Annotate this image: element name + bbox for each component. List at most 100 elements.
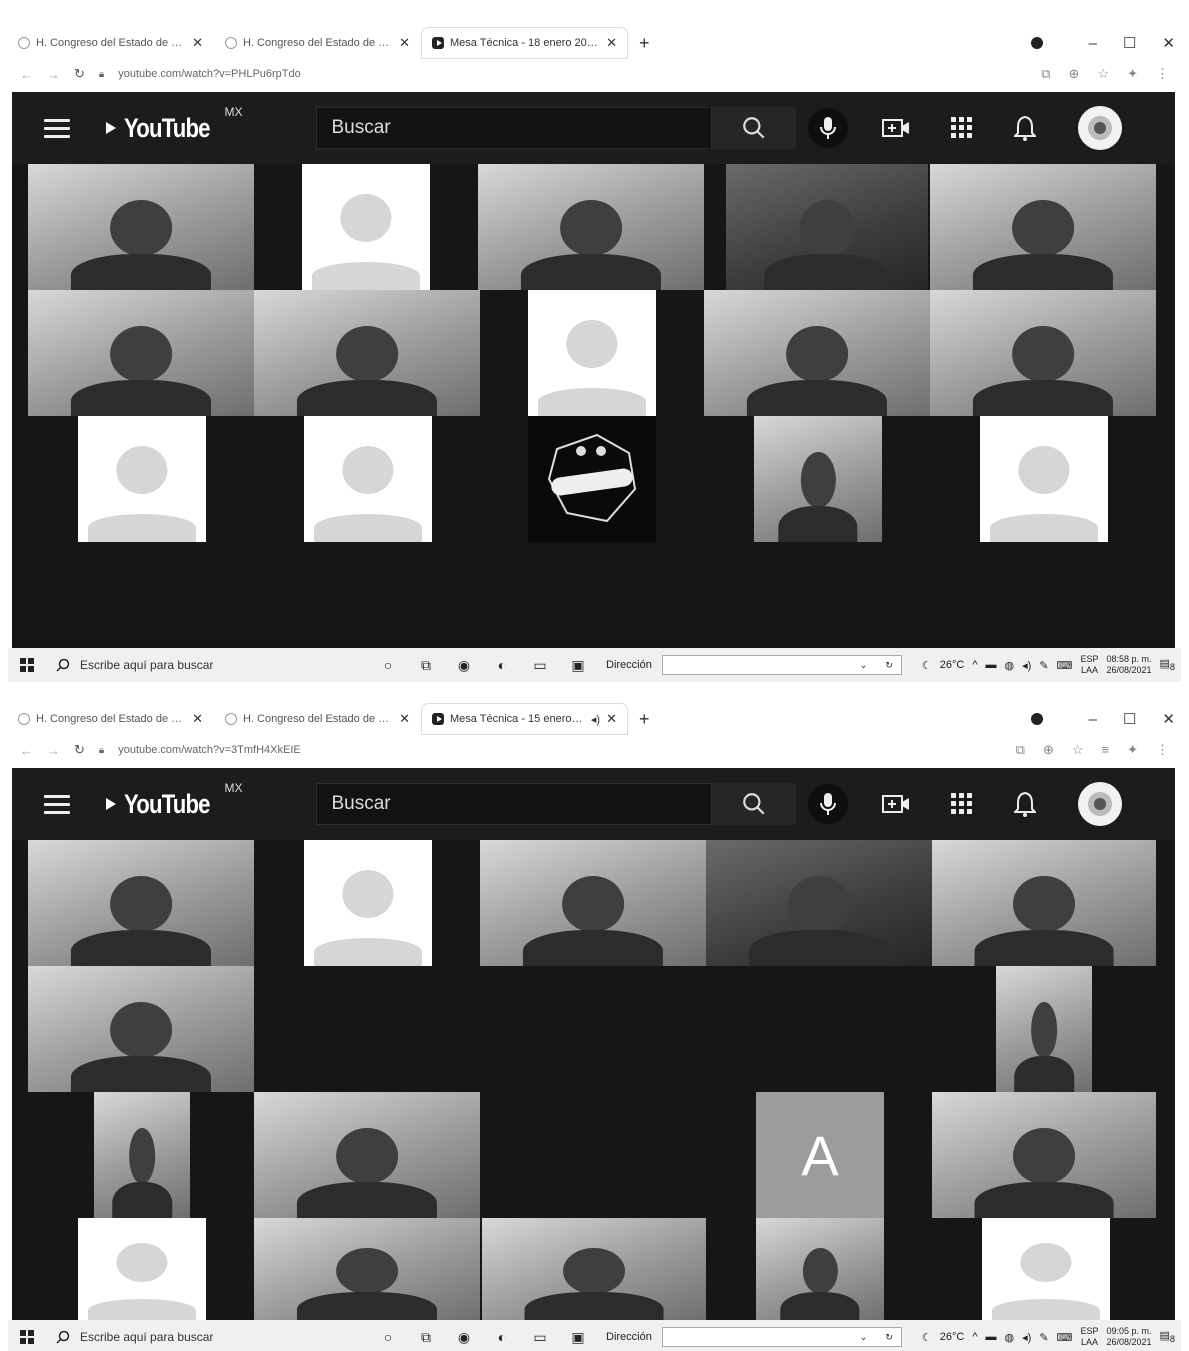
close-window-button[interactable]: ✕	[1162, 34, 1175, 52]
cortana-icon[interactable]: ○	[378, 657, 398, 673]
install-icon[interactable]: ⧉	[1016, 742, 1025, 758]
notification-icon[interactable]: ▤8	[1160, 657, 1176, 672]
chevron-up-icon[interactable]: ^	[972, 1331, 977, 1343]
language-indicator[interactable]: ESP LAA	[1080, 654, 1098, 676]
profile-icon[interactable]	[1030, 713, 1043, 725]
bell-icon[interactable]	[1014, 791, 1037, 817]
clock[interactable]: 09:05 p. m. 26/08/2021	[1106, 1326, 1151, 1348]
file-explorer-icon[interactable]: ▭	[530, 1329, 550, 1345]
browser-tab[interactable]: H. Congreso del Estado de Chih. ✕	[8, 704, 213, 734]
tab-close-icon[interactable]: ✕	[399, 711, 410, 727]
edge-icon[interactable]: ◐	[492, 657, 512, 673]
address-toolbar-input[interactable]: ⌄ ↻	[661, 1327, 902, 1347]
back-icon[interactable]: ←	[20, 67, 33, 82]
zoom-icon[interactable]: ⊕	[1069, 66, 1080, 82]
profile-icon[interactable]	[1030, 37, 1043, 49]
refresh-icon[interactable]: ↻	[885, 660, 893, 671]
voice-search-button[interactable]	[808, 784, 849, 824]
tab-close-icon[interactable]: ✕	[606, 711, 617, 727]
keyboard-icon[interactable]: ⌨	[1057, 1331, 1073, 1344]
temperature[interactable]: 26°C	[940, 1331, 965, 1343]
windows-start-icon[interactable]	[20, 1330, 34, 1344]
address-toolbar-input[interactable]: ⌄ ↻	[661, 655, 902, 675]
battery-icon[interactable]: ▬	[986, 659, 997, 671]
chevron-up-icon[interactable]: ^	[972, 659, 977, 671]
browser-tab-active[interactable]: Mesa Técnica - 15 enero 20 ◂) ✕	[422, 704, 627, 734]
maximize-button[interactable]: ☐	[1123, 34, 1136, 52]
hamburger-menu-icon[interactable]	[44, 794, 70, 814]
url-field[interactable]: youtube.com/watch?v=PHLPu6rpTdo	[118, 68, 1027, 80]
chevron-down-icon[interactable]: ⌄	[860, 1332, 868, 1343]
word-icon[interactable]: ▣	[568, 1329, 588, 1345]
forward-icon[interactable]: →	[47, 67, 60, 82]
chrome-icon[interactable]: ◉	[454, 657, 474, 673]
refresh-icon[interactable]: ↻	[885, 1332, 893, 1343]
network-icon[interactable]: ◍	[1005, 1331, 1015, 1344]
browser-tab[interactable]: H. Congreso del Estado de Chih. ✕	[215, 704, 420, 734]
video-player[interactable]: A	[12, 840, 1175, 1322]
volume-icon[interactable]: ◂)	[1022, 659, 1031, 672]
account-avatar-icon[interactable]	[1078, 782, 1123, 826]
network-icon[interactable]: ◍	[1005, 659, 1015, 672]
pen-icon[interactable]: ✎	[1039, 659, 1048, 672]
notification-icon[interactable]: ▤8	[1160, 1329, 1176, 1344]
extensions-icon[interactable]: ✦	[1127, 66, 1138, 82]
tab-close-icon[interactable]: ✕	[192, 35, 203, 51]
voice-search-button[interactable]	[808, 108, 849, 148]
apps-grid-icon[interactable]	[950, 792, 974, 816]
chevron-down-icon[interactable]: ⌄	[860, 660, 868, 671]
create-video-icon[interactable]	[882, 793, 910, 815]
minimize-button[interactable]: –	[1089, 35, 1097, 52]
temperature[interactable]: 26°C	[940, 659, 965, 671]
tab-close-icon[interactable]: ✕	[606, 35, 617, 51]
weather-icon[interactable]: ☾	[922, 1331, 932, 1344]
search-button[interactable]	[712, 107, 797, 149]
task-view-icon[interactable]: ⧉	[416, 1329, 436, 1345]
bookmark-star-icon[interactable]: ☆	[1072, 742, 1084, 758]
browser-tab-active[interactable]: Mesa Técnica - 18 enero 2021 - ✕	[422, 28, 627, 58]
word-icon[interactable]: ▣	[568, 657, 588, 673]
chrome-icon[interactable]: ◉	[454, 1329, 474, 1345]
video-player[interactable]	[12, 164, 1175, 648]
search-input[interactable]: Buscar	[316, 783, 713, 825]
bookmark-star-icon[interactable]: ☆	[1097, 66, 1109, 82]
taskbar-search[interactable]: Escribe aquí para buscar	[56, 658, 356, 672]
maximize-button[interactable]: ☐	[1123, 710, 1136, 728]
create-video-icon[interactable]	[882, 117, 910, 139]
forward-icon[interactable]: →	[47, 743, 60, 758]
bell-icon[interactable]	[1014, 115, 1037, 141]
tab-close-icon[interactable]: ✕	[192, 711, 203, 727]
youtube-logo[interactable]: YouTube MX	[106, 105, 242, 144]
youtube-logo[interactable]: YouTube MX	[106, 781, 242, 820]
keyboard-icon[interactable]: ⌨	[1057, 659, 1073, 672]
hamburger-menu-icon[interactable]	[44, 118, 70, 138]
windows-start-icon[interactable]	[20, 658, 34, 672]
account-avatar-icon[interactable]	[1078, 106, 1123, 150]
pen-icon[interactable]: ✎	[1039, 1331, 1048, 1344]
clock[interactable]: 08:58 p. m. 26/08/2021	[1106, 654, 1151, 676]
edge-icon[interactable]: ◐	[492, 1329, 512, 1345]
menu-dots-icon[interactable]: ⋮	[1156, 66, 1169, 82]
taskbar-search[interactable]: Escribe aquí para buscar	[56, 1330, 356, 1344]
new-tab-button[interactable]: +	[629, 33, 660, 54]
file-explorer-icon[interactable]: ▭	[530, 657, 550, 673]
minimize-button[interactable]: –	[1089, 711, 1097, 728]
browser-tab[interactable]: H. Congreso del Estado de Chih. ✕	[8, 28, 213, 58]
lock-icon[interactable]: 🔒︎	[99, 745, 104, 756]
tab-close-icon[interactable]: ✕	[399, 35, 410, 51]
browser-tab[interactable]: H. Congreso del Estado de Chih. ✕	[215, 28, 420, 58]
reload-icon[interactable]: ↻	[74, 66, 85, 82]
task-view-icon[interactable]: ⧉	[416, 657, 436, 673]
url-field[interactable]: youtube.com/watch?v=3TmfH4XkEIE	[118, 744, 1001, 756]
reload-icon[interactable]: ↻	[74, 742, 85, 758]
search-input[interactable]: Buscar	[316, 107, 713, 149]
back-icon[interactable]: ←	[20, 743, 33, 758]
battery-icon[interactable]: ▬	[986, 1331, 997, 1343]
zoom-icon[interactable]: ⊕	[1043, 742, 1054, 758]
menu-dots-icon[interactable]: ⋮	[1156, 742, 1169, 758]
lock-icon[interactable]: 🔒︎	[99, 69, 104, 80]
weather-icon[interactable]: ☾	[922, 659, 932, 672]
close-window-button[interactable]: ✕	[1162, 710, 1175, 728]
new-tab-button[interactable]: +	[629, 709, 660, 730]
reading-list-icon[interactable]: ≡	[1102, 742, 1110, 758]
